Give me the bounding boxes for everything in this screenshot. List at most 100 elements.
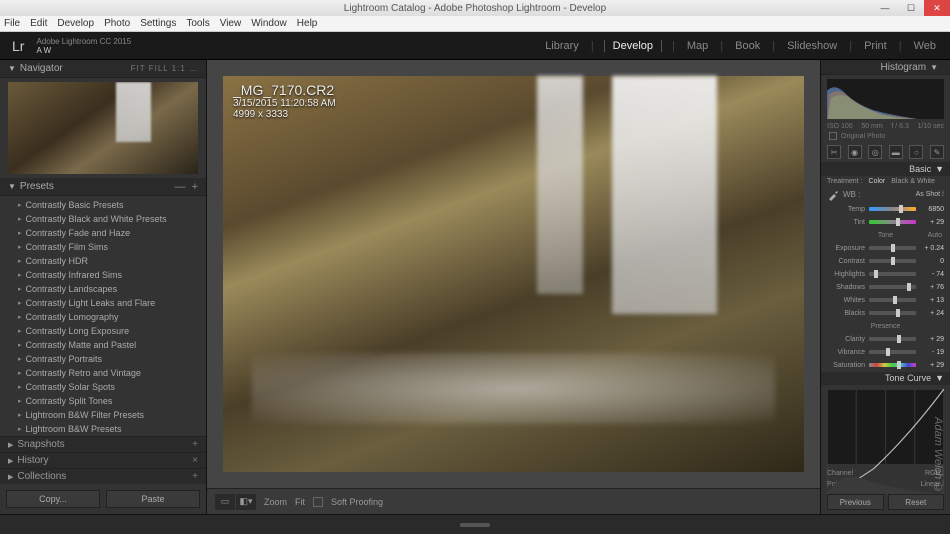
presets-plusminus[interactable]: — +: [174, 181, 198, 193]
treatment-color[interactable]: Color: [869, 178, 886, 185]
tool-strip: ✂ ◉ ◎ ▬ ○ ✎: [821, 142, 950, 162]
preset-folder[interactable]: ▸Contrastly Long Exposure: [0, 324, 206, 338]
menu-photo[interactable]: Photo: [104, 18, 130, 29]
navigator-header[interactable]: ▼ Navigator FIT FILL 1:1 …: [0, 60, 206, 78]
close-button[interactable]: ✕: [924, 0, 950, 16]
slider-whites[interactable]: Whites+ 13: [821, 294, 950, 307]
image-canvas[interactable]: _MG_7170.CR2 3/15/2015 11:20:58 AM 4999 …: [217, 70, 810, 478]
copy-button[interactable]: Copy...: [6, 490, 100, 508]
before-after-button[interactable]: ◧▾: [236, 494, 256, 510]
slider-clarity[interactable]: Clarity+ 29: [821, 333, 950, 346]
preset-folder[interactable]: ▸Contrastly Basic Presets: [0, 198, 206, 212]
tonecurve-header[interactable]: Tone Curve▼: [821, 372, 950, 385]
chevron-right-icon: ▸: [18, 285, 22, 293]
slider-exposure[interactable]: Exposure+ 0.24: [821, 242, 950, 255]
module-develop[interactable]: Develop: [604, 40, 662, 52]
preset-folder[interactable]: ▸Lightroom B&W Presets: [0, 422, 206, 436]
redeye-tool-icon[interactable]: ◎: [868, 145, 882, 159]
preset-folder[interactable]: ▸Contrastly Infrared Sims: [0, 268, 206, 282]
chevron-right-icon: ▸: [18, 411, 22, 419]
snapshots-header[interactable]: ▶ Snapshots +: [0, 436, 206, 452]
preset-folder[interactable]: ▸Contrastly Split Tones: [0, 394, 206, 408]
menu-develop[interactable]: Develop: [57, 18, 94, 29]
histogram-header[interactable]: Histogram ▼: [821, 60, 950, 75]
preset-folder[interactable]: ▸Contrastly Portraits: [0, 352, 206, 366]
preset-folder[interactable]: ▸Contrastly Landscapes: [0, 282, 206, 296]
preset-folder[interactable]: ▸Contrastly Retro and Vintage: [0, 366, 206, 380]
original-photo-toggle[interactable]: Original Photo: [821, 130, 950, 142]
soft-proofing-checkbox[interactable]: [313, 497, 323, 507]
maximize-button[interactable]: ☐: [898, 0, 924, 16]
chevron-right-icon: ▸: [18, 341, 22, 349]
preset-folder[interactable]: ▸Contrastly Solar Spots: [0, 380, 206, 394]
navigator-modes[interactable]: FIT FILL 1:1 …: [131, 64, 198, 73]
chevron-right-icon: ▸: [18, 201, 22, 209]
soft-proofing-label: Soft Proofing: [331, 497, 383, 507]
reset-button[interactable]: Reset: [888, 494, 945, 510]
module-print[interactable]: Print: [862, 40, 889, 52]
slider-highlights[interactable]: Highlights- 74: [821, 268, 950, 281]
menu-view[interactable]: View: [220, 18, 242, 29]
preset-folder[interactable]: ▸Contrastly Lomography: [0, 310, 206, 324]
wb-select[interactable]: As Shot ⁞: [916, 191, 944, 198]
module-map[interactable]: Map: [685, 40, 710, 52]
tone-curve-graph[interactable]: [827, 389, 944, 464]
chevron-right-icon: ▸: [18, 327, 22, 335]
auto-tone-button[interactable]: Auto: [928, 232, 942, 239]
develop-toolbar: ▭ ◧▾ Zoom Fit Soft Proofing: [207, 488, 820, 514]
zoom-fit[interactable]: Fit: [295, 497, 305, 507]
disclosure-triangle-icon: ▶: [8, 457, 13, 465]
grad-tool-icon[interactable]: ▬: [889, 145, 903, 159]
slider-vibrance[interactable]: Vibrance- 19: [821, 346, 950, 359]
histogram-display[interactable]: [827, 79, 944, 119]
slider-contrast[interactable]: Contrast0: [821, 255, 950, 268]
slider-temp[interactable]: Temp6850: [821, 203, 950, 216]
basic-header[interactable]: Basic▼: [821, 162, 950, 175]
menu-settings[interactable]: Settings: [140, 18, 176, 29]
module-picker: Library|Develop|Map|Book|Slideshow|Print…: [543, 40, 938, 52]
menu-window[interactable]: Window: [251, 18, 287, 29]
preset-folder[interactable]: ▸Contrastly Film Sims: [0, 240, 206, 254]
chevron-right-icon: ▸: [18, 215, 22, 223]
collections-header[interactable]: ▶ Collections +: [0, 468, 206, 484]
preset-folder[interactable]: ▸Contrastly Matte and Pastel: [0, 338, 206, 352]
preset-folder[interactable]: ▸Contrastly Fade and Haze: [0, 226, 206, 240]
lightroom-logo: Lr: [12, 38, 24, 54]
preset-folder[interactable]: ▸Lightroom B&W Filter Presets: [0, 408, 206, 422]
spot-tool-icon[interactable]: ◉: [848, 145, 862, 159]
loupe-view-button[interactable]: ▭: [215, 494, 235, 510]
previous-button[interactable]: Previous: [827, 494, 884, 510]
chevron-right-icon: ▸: [18, 355, 22, 363]
menu-edit[interactable]: Edit: [30, 18, 47, 29]
presets-list[interactable]: ▸Contrastly Basic Presets▸Contrastly Bla…: [0, 196, 206, 436]
slider-blacks[interactable]: Blacks+ 24: [821, 307, 950, 320]
history-header[interactable]: ▶ History ×: [0, 452, 206, 468]
brush-tool-icon[interactable]: ✎: [930, 145, 944, 159]
minimize-button[interactable]: —: [872, 0, 898, 16]
chevron-right-icon: ▸: [18, 243, 22, 251]
module-slideshow[interactable]: Slideshow: [785, 40, 839, 52]
paste-button[interactable]: Paste: [106, 490, 200, 508]
crop-tool-icon[interactable]: ✂: [827, 145, 841, 159]
treatment-bw[interactable]: Black & White: [891, 178, 935, 185]
slider-shadows[interactable]: Shadows+ 76: [821, 281, 950, 294]
wb-dropper-icon[interactable]: [827, 189, 839, 201]
preset-folder[interactable]: ▸Contrastly HDR: [0, 254, 206, 268]
slider-tint[interactable]: Tint+ 29: [821, 216, 950, 229]
right-panel: Histogram ▼ ISO 10050 mmf / 6.31/10 sec …: [820, 60, 950, 514]
menu-help[interactable]: Help: [297, 18, 318, 29]
slider-saturation[interactable]: Saturation+ 29: [821, 359, 950, 372]
module-library[interactable]: Library: [543, 40, 581, 52]
preset-folder[interactable]: ▸Contrastly Black and White Presets: [0, 212, 206, 226]
navigator-thumbnail[interactable]: [8, 82, 198, 174]
module-web[interactable]: Web: [912, 40, 938, 52]
presets-header[interactable]: ▼ Presets — +: [0, 178, 206, 196]
preset-folder[interactable]: ▸Contrastly Light Leaks and Flare: [0, 296, 206, 310]
module-book[interactable]: Book: [733, 40, 762, 52]
filmstrip-handle[interactable]: [0, 514, 950, 534]
menu-tools[interactable]: Tools: [186, 18, 209, 29]
menu-file[interactable]: File: [4, 18, 20, 29]
window-titlebar: Lightroom Catalog - Adobe Photoshop Ligh…: [0, 0, 950, 16]
radial-tool-icon[interactable]: ○: [909, 145, 923, 159]
chevron-right-icon: ▸: [18, 257, 22, 265]
